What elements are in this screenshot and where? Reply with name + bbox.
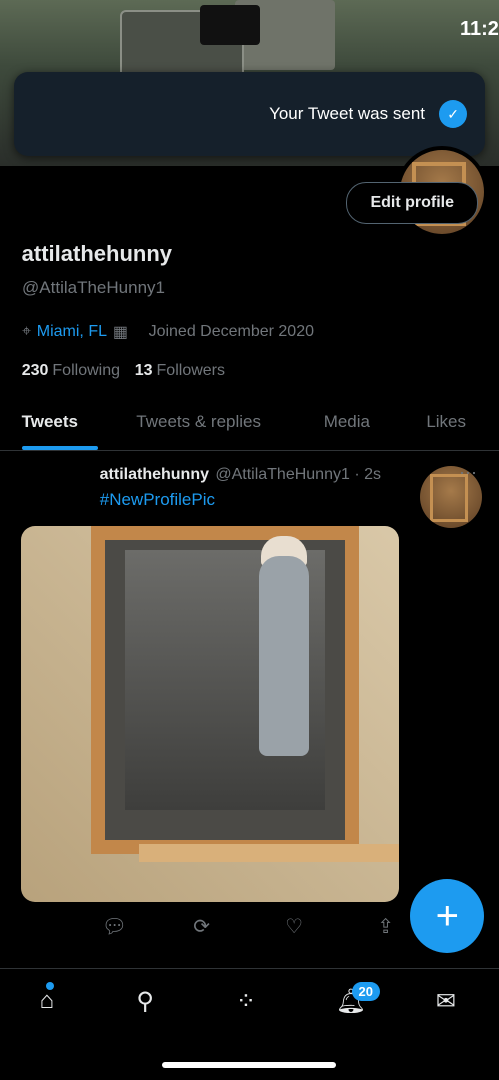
home-new-dot (46, 982, 54, 990)
tweet-author[interactable]: attilathehunny (100, 466, 209, 484)
notifications-badge: 20 (352, 982, 381, 1001)
like-icon[interactable]: ♡ (285, 914, 303, 939)
retweet-icon[interactable]: ⟳ (193, 914, 210, 939)
profile-handle: @AttilaTheHunny1 (22, 278, 165, 297)
share-icon[interactable]: ⇪ (377, 914, 394, 939)
profile-tabs: Tweets Tweets & replies Media Likes (0, 400, 499, 451)
location-icon: ⌖ (22, 323, 32, 340)
joined-date: Joined December 2020 (148, 323, 314, 340)
tab-media[interactable]: Media (324, 412, 370, 432)
edit-profile-button[interactable]: Edit profile (346, 182, 478, 224)
toast-message: Your Tweet was sent (269, 104, 425, 123)
display-name: attilathehunny (22, 241, 173, 266)
tweet-header: attilathehunny @AttilaTheHunny1 · 2s (100, 466, 381, 484)
home-icon[interactable]: ⌂ (40, 987, 55, 1015)
profile-meta: ⌖ Miami, FL ▦ Joined December 2020 (22, 322, 314, 342)
tab-tweets[interactable]: Tweets (22, 412, 78, 432)
follow-stats: 230 Following 13 Followers (22, 362, 225, 380)
tab-likes[interactable]: Likes (426, 412, 466, 432)
messages-icon[interactable]: ✉ (436, 987, 456, 1016)
status-time: 11:23 (460, 18, 499, 40)
followers-link[interactable]: 13 Followers (134, 362, 224, 380)
home-indicator[interactable] (162, 1062, 336, 1068)
tweet-hashtag[interactable]: #NewProfilePic (100, 490, 215, 510)
check-circle-icon: ✓ (439, 100, 467, 128)
bottom-nav: ⌂ ⚲ ⁘ 🔔︎ ✉ (0, 968, 499, 1039)
tweet-handle-time: @AttilaTheHunny1 · 2s (215, 466, 381, 483)
tab-tweets-replies[interactable]: Tweets & replies (136, 412, 261, 432)
tweet-photo[interactable] (21, 526, 399, 902)
reply-icon[interactable]: 💬︎ (102, 914, 127, 939)
active-tab-indicator (22, 446, 98, 450)
location-link[interactable]: Miami, FL (37, 323, 107, 341)
more-options-icon[interactable]: ··· (459, 462, 477, 483)
search-icon[interactable]: ⚲ (136, 987, 154, 1016)
status-bar: 11:23 (0, 0, 499, 60)
following-link[interactable]: 230 Following (22, 362, 120, 380)
spaces-icon[interactable]: ⁘ (236, 987, 256, 1016)
tweet-sent-toast[interactable]: ✓ Your Tweet was sent (14, 72, 485, 156)
calendar-icon: ▦ (113, 324, 129, 341)
compose-tweet-button[interactable]: + (410, 879, 484, 953)
